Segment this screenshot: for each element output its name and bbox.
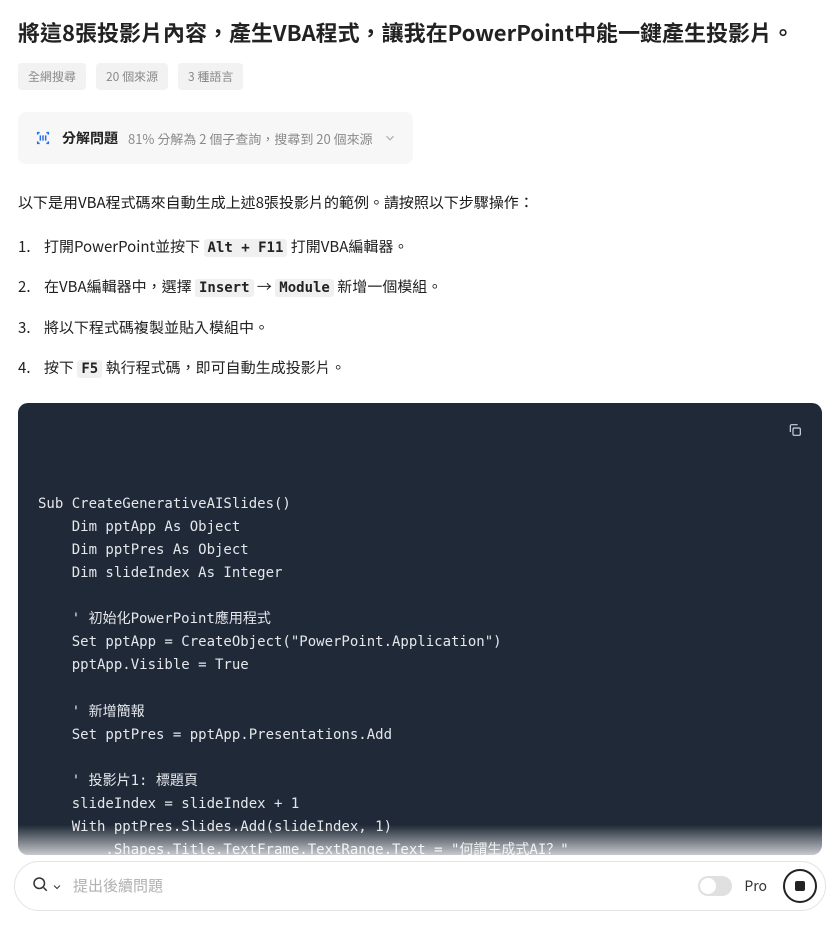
pro-toggle[interactable] — [698, 876, 732, 896]
tag-row: 全網搜尋 20 個來源 3 種語言 — [18, 63, 822, 90]
pro-label: Pro — [744, 876, 767, 896]
stop-icon — [795, 881, 805, 891]
tag-languages[interactable]: 3 種語言 — [178, 63, 243, 90]
step-1: 打開PowerPoint並按下 Alt + F11 打開VBA編輯器。 — [18, 234, 822, 261]
stop-button[interactable] — [783, 869, 817, 903]
page-title: 將這8張投影片內容，產生VBA程式，讓我在PowerPoint中能一鍵產生投影片… — [18, 16, 822, 49]
kbd-f5: F5 — [77, 360, 102, 378]
tag-search-scope[interactable]: 全網搜尋 — [18, 63, 86, 90]
kbd-alt-f11: Alt + F11 — [204, 239, 288, 257]
code-content: Sub CreateGenerativeAISlides() Dim pptAp… — [38, 493, 802, 856]
code-block: Sub CreateGenerativeAISlides() Dim pptAp… — [18, 403, 822, 855]
tag-sources[interactable]: 20 個來源 — [96, 63, 168, 90]
kbd-insert: Insert — [195, 279, 254, 297]
copy-button[interactable] — [782, 417, 808, 443]
chevron-down-icon — [51, 874, 63, 898]
kbd-module: Module — [275, 279, 334, 297]
followup-input[interactable] — [73, 878, 688, 895]
reasoning-disclosure[interactable]: 分解問題 81% 分解為 2 個子查詢，搜尋到 20 個來源 — [18, 112, 413, 164]
step-2: 在VBA編輯器中，選擇 Insert → Module 新增一個模組。 — [18, 274, 822, 301]
step-3: 將以下程式碼複製並貼入模組中。 — [18, 315, 822, 341]
disclosure-label: 分解問題 — [62, 128, 118, 148]
followup-input-bar: Pro — [14, 861, 826, 911]
search-icon — [31, 874, 49, 898]
search-scope-button[interactable] — [31, 874, 63, 898]
intro-text: 以下是用VBA程式碼來自動生成上述8張投影片的範例。請按照以下步驟操作： — [18, 190, 822, 216]
chevron-down-icon — [383, 126, 397, 150]
step-4: 按下 F5 執行程式碼，即可自動生成投影片。 — [18, 355, 822, 382]
disclosure-meta: 81% 分解為 2 個子查詢，搜尋到 20 個來源 — [128, 129, 373, 148]
steps-list: 打開PowerPoint並按下 Alt + F11 打開VBA編輯器。 在VBA… — [18, 234, 822, 382]
barcode-icon — [34, 129, 52, 147]
